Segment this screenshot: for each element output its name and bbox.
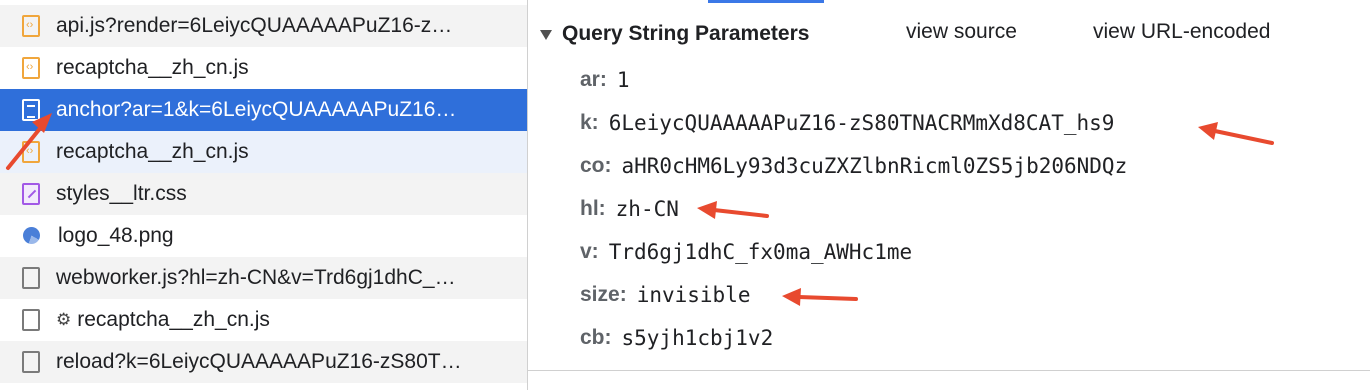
- query-params-title: Query String Parameters: [562, 22, 810, 45]
- param-row: v: Trd6gj1dhC_fx0ma_AWHc1me: [580, 232, 912, 272]
- image-icon: [22, 225, 42, 247]
- param-row: k: 6LeiycQUAAAAAPuZ16-zS80TNACRMmXd8CAT_…: [580, 103, 1114, 143]
- document-icon: [22, 99, 40, 121]
- script-file-icon: [22, 15, 40, 37]
- param-value: 1: [616, 68, 630, 92]
- request-name: recaptcha__zh_cn.js: [56, 56, 249, 79]
- request-row[interactable]: webworker.js?hl=zh-CN&v=Trd6gj1dhC_…: [0, 257, 527, 299]
- param-row: cb: s5yjh1cbj1v2: [580, 318, 773, 358]
- param-row: hl: zh-CN: [580, 189, 679, 229]
- blank-file-icon: [22, 309, 40, 331]
- request-row-selected[interactable]: anchor?ar=1&k=6LeiycQUAAAAAPuZ16…: [0, 89, 527, 131]
- request-name: styles__ltr.css: [56, 182, 187, 205]
- request-row[interactable]: logo_48.png: [0, 215, 527, 257]
- param-key: v:: [580, 240, 599, 263]
- view-source-link[interactable]: view source: [906, 20, 1017, 44]
- request-list: api.js?render=6LeiycQUAAAAAPuZ16-z… reca…: [0, 0, 528, 390]
- request-row[interactable]: recaptcha__zh_cn.js: [0, 131, 527, 173]
- param-value: zh-CN: [615, 197, 679, 221]
- request-name: recaptcha__zh_cn.js: [77, 308, 270, 331]
- request-row[interactable]: api.js?render=6LeiycQUAAAAAPuZ16-z…: [0, 5, 527, 47]
- script-file-icon: [22, 57, 40, 79]
- request-row[interactable]: reload?k=6LeiycQUAAAAAPuZ16-zS80T…: [0, 341, 527, 383]
- request-name: reload?k=6LeiycQUAAAAAPuZ16-zS80T…: [56, 350, 462, 373]
- param-key: co:: [580, 154, 612, 177]
- view-url-encoded-link[interactable]: view URL-encoded: [1093, 20, 1270, 44]
- request-row[interactable]: styles__ltr.css: [0, 173, 527, 215]
- param-value: Trd6gj1dhC_fx0ma_AWHc1me: [608, 240, 913, 264]
- param-key: hl:: [580, 197, 606, 220]
- param-value: 6LeiycQUAAAAAPuZ16-zS80TNACRMmXd8CAT_hs9: [608, 111, 1115, 135]
- param-key: k:: [580, 111, 599, 134]
- stylesheet-icon: [22, 183, 40, 205]
- request-name: anchor?ar=1&k=6LeiycQUAAAAAPuZ16…: [56, 98, 457, 121]
- blank-file-icon: [22, 267, 40, 289]
- param-key: size:: [580, 283, 627, 306]
- arrow-to-size-param: [782, 288, 858, 306]
- query-params-header[interactable]: Query String Parameters: [540, 14, 809, 54]
- gear-icon: ⚙: [56, 310, 72, 329]
- request-row[interactable]: recaptcha__zh_cn.js: [0, 47, 527, 89]
- param-row: size: invisible: [580, 275, 750, 315]
- active-tab-indicator: [708, 0, 824, 3]
- param-value: invisible: [636, 283, 751, 307]
- param-value: aHR0cHM6Ly93d3cuZXZlbnRicml0ZS5jb206NDQz: [621, 154, 1128, 178]
- collapse-triangle-icon[interactable]: [540, 30, 552, 40]
- param-key: cb:: [580, 326, 612, 349]
- param-key: ar:: [580, 68, 607, 91]
- param-value: s5yjh1cbj1v2: [621, 326, 774, 350]
- arrow-to-hl-param: [697, 201, 769, 219]
- arrow-to-k-param: [1198, 122, 1274, 145]
- panel-divider: [528, 370, 1370, 371]
- blank-file-icon: [22, 351, 40, 373]
- request-name: api.js?render=6LeiycQUAAAAAPuZ16-z…: [56, 14, 453, 37]
- param-row: ar: 1: [580, 60, 630, 100]
- request-row[interactable]: ⚙ recaptcha__zh_cn.js: [0, 299, 527, 341]
- param-row: co: aHR0cHM6Ly93d3cuZXZlbnRicml0ZS5jb206…: [580, 146, 1127, 186]
- request-name: logo_48.png: [58, 224, 174, 247]
- request-name: recaptcha__zh_cn.js: [56, 140, 249, 163]
- request-name: webworker.js?hl=zh-CN&v=Trd6gj1dhC_…: [56, 266, 456, 289]
- script-file-icon: [22, 141, 40, 163]
